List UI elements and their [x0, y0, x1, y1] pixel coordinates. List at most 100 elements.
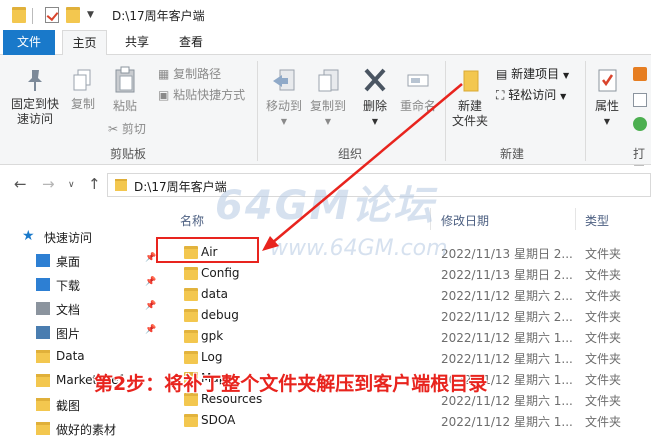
folder-icon: [12, 7, 26, 23]
tab-file[interactable]: 文件: [3, 30, 55, 55]
nav-item[interactable]: 文档 📌: [0, 298, 160, 320]
title-bar: ▼ D:\17周年客户端: [0, 0, 651, 30]
pin-to-quick-access-button[interactable]: 固定到快 速访问: [8, 67, 62, 127]
chevron-down-icon: ▼: [560, 92, 567, 101]
pin-icon[interactable]: 📌: [145, 301, 156, 311]
move-to-label: 移动到: [265, 99, 302, 113]
column-header-date[interactable]: 修改日期: [441, 212, 489, 229]
file-date: 2022/11/12 星期六 1...: [441, 415, 573, 429]
copy-button[interactable]: 复制: [66, 67, 100, 112]
pin-icon[interactable]: 📌: [145, 325, 156, 335]
file-type: 文件夹: [585, 247, 622, 261]
copy-path-label: 复制路径: [173, 67, 222, 81]
up-arrow-icon[interactable]: ↑: [88, 175, 101, 193]
nav-item[interactable]: 下载 📌: [0, 274, 160, 296]
paste-shortcut-button[interactable]: ▣ 粘贴快捷方式: [158, 86, 245, 103]
scissors-icon: ✂: [108, 122, 119, 136]
recent-locations-chevron-icon[interactable]: ∨: [68, 180, 75, 190]
quick-access-item[interactable]: ★ 快速访问: [0, 226, 160, 248]
new-folder-button[interactable]: 新建 文件夹: [448, 67, 492, 129]
file-name: SDOA: [201, 413, 236, 427]
back-arrow-icon[interactable]: ←: [14, 175, 27, 193]
file-type: 文件夹: [585, 331, 622, 345]
new-folder-icon: [463, 70, 479, 92]
file-name: data: [201, 287, 229, 301]
nav-item-label: 下载: [56, 279, 81, 293]
divider: [445, 61, 446, 161]
nav-item-label: 图片: [56, 327, 81, 341]
file-date: 2022/11/13 星期日 2...: [441, 268, 573, 282]
edit-icon[interactable]: [633, 93, 647, 107]
file-type: 文件夹: [585, 394, 622, 408]
rename-label: 重命名: [399, 99, 436, 113]
copy-label: 复制: [70, 97, 95, 111]
nav-item[interactable]: 桌面 📌: [0, 250, 160, 272]
folder-icon: [115, 179, 127, 191]
column-header-name[interactable]: 名称: [180, 212, 204, 229]
quick-access-label: 快速访问: [44, 231, 93, 245]
paste-button[interactable]: 粘贴: [106, 65, 144, 114]
nav-item-label: 截图: [56, 399, 81, 413]
pin-icon[interactable]: 📌: [145, 277, 156, 287]
nav-item[interactable]: 图片 📌: [0, 322, 160, 344]
divider: [257, 61, 258, 161]
file-row[interactable]: Config 2022/11/13 星期日 2... 文件夹: [162, 263, 651, 284]
move-to-button[interactable]: 移动到 ▼: [262, 67, 306, 129]
watermark-url: www.64GM.com: [270, 236, 448, 261]
easy-access-button[interactable]: ⛶ 轻松访问 ▼: [496, 86, 566, 103]
tab-home[interactable]: 主页: [62, 30, 107, 56]
delete-button[interactable]: 删除 ▼: [356, 65, 394, 129]
new-item-button[interactable]: ▤ 新建项目 ▼: [496, 65, 569, 82]
file-row[interactable]: SDOA 2022/11/12 星期六 1... 文件夹: [162, 410, 651, 431]
folder-icon: [36, 422, 50, 435]
cut-button[interactable]: ✂ 剪切: [108, 120, 146, 137]
file-type: 文件夹: [585, 373, 622, 387]
properties-button[interactable]: 属性 ▼: [590, 67, 624, 129]
paste-shortcut-label: 粘贴快捷方式: [173, 88, 246, 102]
nav-item[interactable]: Data: [0, 346, 160, 368]
folder-icon: [184, 351, 198, 364]
new-item-label: 新建项目: [511, 67, 560, 81]
file-type: 文件夹: [585, 352, 622, 366]
folder-icon: [36, 374, 50, 387]
pin-icon[interactable]: 📌: [145, 253, 156, 263]
paste-label: 粘贴: [112, 99, 137, 113]
forward-arrow-icon[interactable]: →: [42, 175, 55, 193]
history-icon[interactable]: [633, 117, 647, 131]
ribbon: 固定到快 速访问 复制 粘贴 ▦ 复制路径 ▣ 粘贴快捷方式 ✂ 剪切 剪贴板 …: [0, 55, 651, 178]
navigation-pane: ★ 快速访问 桌面 📌 下载 📌 文档 📌 图片 📌 Data Market Tref 截图 做好的素…: [0, 204, 160, 437]
file-date: 2022/11/12 星期六 1...: [441, 331, 573, 345]
copy-path-button[interactable]: ▦ 复制路径: [158, 65, 221, 82]
nav-item[interactable]: 截图: [0, 394, 160, 416]
watermark: 64GM论坛: [215, 183, 436, 229]
desktop-icon: [36, 254, 50, 267]
file-row[interactable]: Log 2022/11/12 星期六 1... 文件夹: [162, 347, 651, 368]
new-item-icon: ▤: [496, 67, 508, 81]
file-type: 文件夹: [585, 415, 622, 429]
new-folder-quick-icon[interactable]: [66, 7, 80, 23]
nav-item-label: 桌面: [56, 255, 81, 269]
properties-check-icon[interactable]: [45, 7, 59, 23]
file-row[interactable]: debug 2022/11/12 星期六 2... 文件夹: [162, 305, 651, 326]
rename-button[interactable]: 重命名: [396, 67, 440, 114]
tab-view[interactable]: 查看: [165, 30, 217, 55]
copy-to-button[interactable]: 复制到 ▼: [306, 67, 350, 129]
folder-icon: [184, 288, 198, 301]
organize-group-label: 组织: [338, 147, 363, 161]
open-icon[interactable]: [633, 67, 647, 81]
folder-icon: [184, 330, 198, 343]
file-row[interactable]: data 2022/11/12 星期六 2... 文件夹: [162, 284, 651, 305]
highlight-box: [156, 237, 259, 263]
window-title: D:\17周年客户端: [112, 9, 205, 23]
file-date: 2022/11/13 星期日 2...: [441, 247, 573, 261]
tab-share[interactable]: 共享: [112, 30, 162, 55]
file-row[interactable]: gpk 2022/11/12 星期六 1... 文件夹: [162, 326, 651, 347]
instruction-caption: 第2步：将补丁整个文件夹解压到客户端根目录: [94, 373, 488, 395]
folder-icon: [184, 414, 198, 427]
clipboard-icon: [115, 66, 135, 93]
quick-access-dropdown-icon[interactable]: ▼: [87, 10, 94, 20]
properties-label: 属性: [594, 99, 619, 113]
column-header-type[interactable]: 类型: [585, 212, 609, 229]
nav-item[interactable]: 做好的素材: [0, 418, 160, 437]
file-type: 文件夹: [585, 310, 622, 324]
